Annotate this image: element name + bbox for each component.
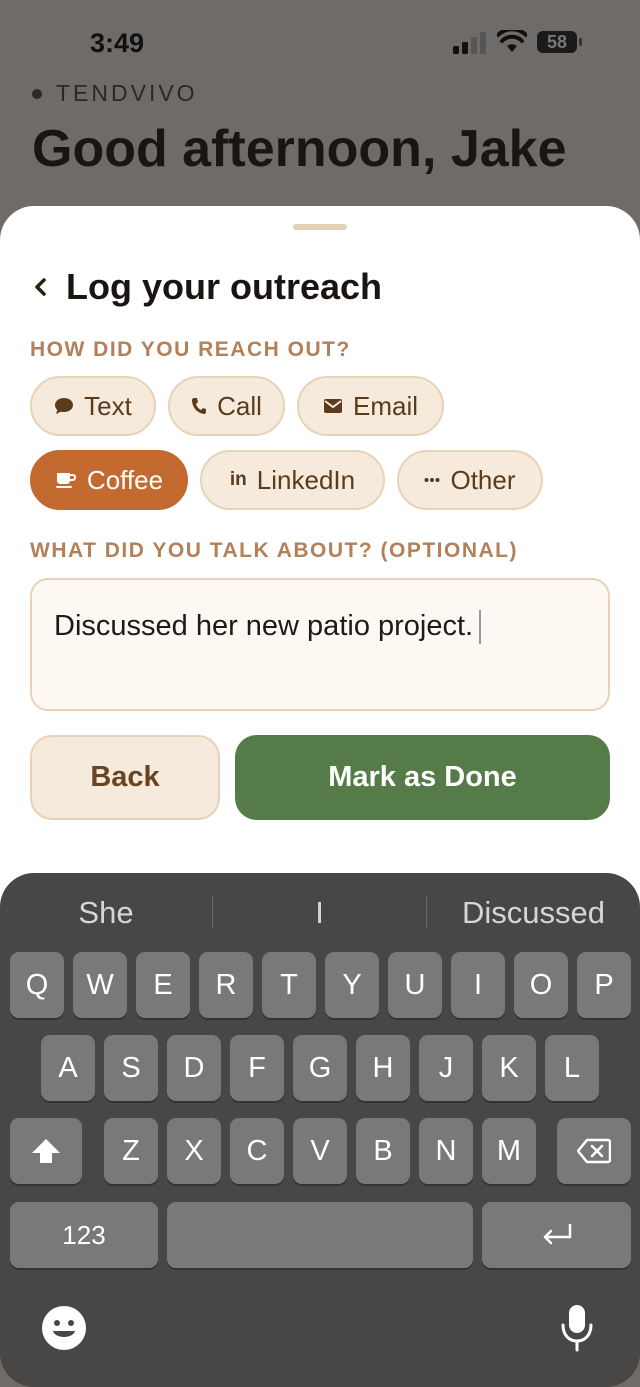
chat-bubble-icon xyxy=(55,398,74,414)
shift-key[interactable] xyxy=(10,1118,82,1184)
sheet-header: Log your outreach xyxy=(30,266,382,308)
key-a[interactable]: A xyxy=(41,1035,95,1101)
key-g[interactable]: G xyxy=(293,1035,347,1101)
numbers-key[interactable]: 123 xyxy=(10,1202,158,1268)
key-h[interactable]: H xyxy=(356,1035,410,1101)
key-k[interactable]: K xyxy=(482,1035,536,1101)
phone-icon xyxy=(192,398,207,414)
method-chip-label: Call xyxy=(217,390,262,421)
battery-level: 58 xyxy=(546,32,568,52)
method-chip-label: Text xyxy=(84,390,132,421)
key-v[interactable]: V xyxy=(293,1118,347,1184)
suggestion-3[interactable]: Discussed xyxy=(427,893,640,933)
linkedin-icon: in xyxy=(229,469,247,490)
notes-text: Discussed her new patio project. xyxy=(54,610,474,642)
ellipsis-icon xyxy=(424,478,440,482)
key-p[interactable]: P xyxy=(577,952,631,1018)
method-chip-label: Coffee xyxy=(86,464,164,495)
chevron-left-icon[interactable] xyxy=(30,273,52,301)
suggestion-2[interactable]: I xyxy=(213,893,426,933)
key-w[interactable]: W xyxy=(73,952,127,1018)
key-j[interactable]: J xyxy=(419,1035,473,1101)
brand-name: TENDVIVO xyxy=(56,80,198,106)
method-chip-text[interactable]: Text xyxy=(30,376,156,436)
key-u[interactable]: U xyxy=(388,952,442,1018)
method-chip-label: Other xyxy=(450,464,516,495)
keyboard: She I Discussed Q W E R T Y U I O P A S … xyxy=(0,873,640,1387)
key-f[interactable]: F xyxy=(230,1035,284,1101)
back-button[interactable]: Back xyxy=(30,735,220,820)
method-chip-email[interactable]: Email xyxy=(297,376,444,436)
key-b[interactable]: B xyxy=(356,1118,410,1184)
shift-arrow-icon xyxy=(32,1139,60,1163)
brand: TENDVIVO xyxy=(32,80,198,107)
key-n[interactable]: N xyxy=(419,1118,473,1184)
mark-as-done-button[interactable]: Mark as Done xyxy=(235,735,610,820)
notes-textarea[interactable]: Discussed her new patio project. xyxy=(30,578,610,711)
method-chip-label: LinkedIn xyxy=(256,464,356,495)
key-l[interactable]: L xyxy=(545,1035,599,1101)
text-cursor xyxy=(479,610,482,645)
method-chip-linkedin[interactable]: in LinkedIn xyxy=(200,450,385,510)
suggestion-1[interactable]: She xyxy=(0,893,212,933)
method-chip-coffee[interactable]: Coffee xyxy=(30,450,188,510)
return-arrow-icon xyxy=(543,1223,571,1245)
key-e[interactable]: E xyxy=(136,952,190,1018)
key-c[interactable]: C xyxy=(230,1118,284,1184)
battery-icon: 58 xyxy=(537,31,583,55)
method-chip-call[interactable]: Call xyxy=(168,376,285,436)
brand-logo-dot xyxy=(32,88,42,99)
key-q[interactable]: Q xyxy=(10,952,64,1018)
cellular-signal-icon xyxy=(453,32,486,54)
notes-section-label: WHAT DID YOU TALK ABOUT? (OPTIONAL) xyxy=(30,539,519,562)
status-time: 3:49 xyxy=(90,28,145,58)
key-m[interactable]: M xyxy=(482,1118,536,1184)
coffee-cup-icon xyxy=(55,473,76,488)
key-o[interactable]: O xyxy=(514,952,568,1018)
key-i[interactable]: I xyxy=(451,952,505,1018)
key-r[interactable]: R xyxy=(199,952,253,1018)
backspace-icon xyxy=(577,1138,611,1164)
key-d[interactable]: D xyxy=(167,1035,221,1101)
space-key[interactable] xyxy=(167,1202,473,1268)
return-key[interactable] xyxy=(482,1202,631,1268)
method-chip-other[interactable]: Other xyxy=(397,450,543,510)
sheet-grabber[interactable] xyxy=(293,224,347,230)
status-bar: 3:49 58 xyxy=(0,0,640,90)
emoji-icon[interactable] xyxy=(42,1306,86,1350)
greeting-title: Good afternoon, Jake xyxy=(32,120,567,178)
microphone-icon[interactable] xyxy=(557,1303,597,1353)
key-t[interactable]: T xyxy=(262,952,316,1018)
method-chip-label: Email xyxy=(352,390,418,421)
key-z[interactable]: Z xyxy=(104,1118,158,1184)
outreach-sheet: Log your outreach HOW DID YOU REACH OUT?… xyxy=(0,206,640,926)
key-s[interactable]: S xyxy=(104,1035,158,1101)
envelope-icon xyxy=(323,399,342,413)
wifi-icon xyxy=(497,30,527,52)
key-x[interactable]: X xyxy=(167,1118,221,1184)
key-y[interactable]: Y xyxy=(325,952,379,1018)
delete-key[interactable] xyxy=(557,1118,631,1184)
method-section-label: HOW DID YOU REACH OUT? xyxy=(30,338,351,361)
sheet-title: Log your outreach xyxy=(66,266,383,307)
